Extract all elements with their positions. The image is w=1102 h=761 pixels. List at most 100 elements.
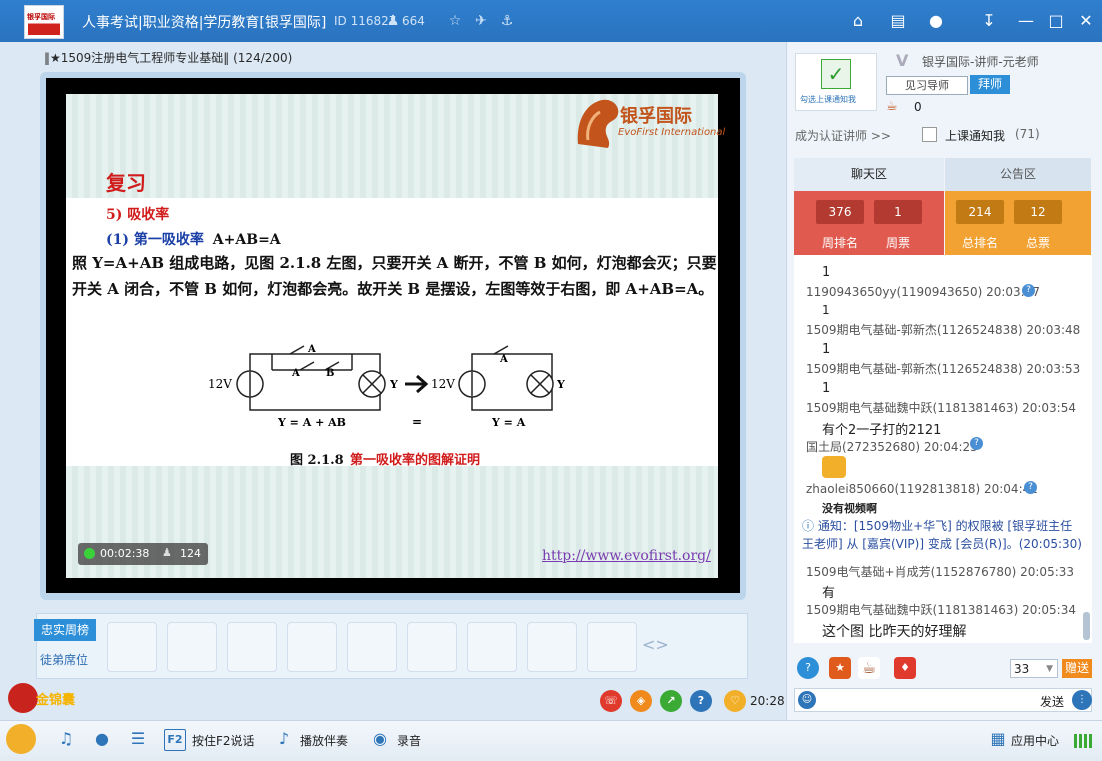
seat-slot[interactable]: [287, 622, 337, 672]
chat-meta: 国土局(272352680) 20:04:25: [806, 440, 978, 454]
app-center-label[interactable]: 应用中心: [1011, 732, 1059, 749]
coffee-icon[interactable]: ☕: [858, 657, 880, 679]
follow-teacher-button[interactable]: 拜师: [970, 75, 1010, 94]
ticket-icon[interactable]: ♦: [894, 657, 916, 679]
cup-count: 0: [914, 100, 922, 114]
help-icon[interactable]: ?: [690, 690, 712, 712]
gold-badge-icon: [8, 683, 38, 713]
seat-slot[interactable]: [587, 622, 637, 672]
badge-caption: 勾选上课通知我: [800, 95, 856, 104]
minimize-icon[interactable]: —: [1014, 10, 1038, 32]
logo-text: 银孚国际: [27, 13, 55, 21]
class-notify-label[interactable]: 上课通知我: [945, 127, 1005, 144]
system-notice: ⓘ 通知：[1509物业+华飞] 的权限被 [银孚班主任王老师] 从 [嘉宾(V…: [802, 517, 1082, 553]
phone-icon[interactable]: ☏: [600, 690, 622, 712]
question-icon[interactable]: ?: [970, 437, 983, 450]
chat-meta: 1509期电气基础-郭新杰(1126524838) 20:03:48: [806, 323, 1081, 337]
gift-count-select[interactable]: 33 ▼: [1010, 659, 1058, 678]
plane-icon[interactable]: ✈: [472, 12, 490, 30]
record-label[interactable]: 录音: [397, 732, 421, 749]
question-icon[interactable]: ?: [1024, 481, 1037, 494]
people-count: 664: [402, 14, 425, 28]
chat-message: 1: [822, 265, 831, 280]
switch-a3-label: A: [499, 354, 508, 365]
gamepad-icon[interactable]: ●: [924, 10, 948, 32]
share-icon[interactable]: ⚓: [498, 12, 516, 30]
microphone-icon[interactable]: ●: [92, 729, 112, 749]
download-icon[interactable]: ↧: [977, 10, 1001, 32]
maximize-icon[interactable]: □: [1044, 10, 1068, 32]
tab-apprentice-seats[interactable]: 徒弟席位: [40, 651, 88, 668]
teacher-badge[interactable]: ✓ 勾选上课通知我: [795, 53, 877, 111]
seat-slot[interactable]: [347, 622, 397, 672]
total-votes-value: 12: [1014, 200, 1062, 224]
section-label: (1) 第一吸收率: [106, 232, 204, 248]
record-icon[interactable]: ◉: [370, 729, 390, 749]
verified-icon: V: [896, 51, 909, 70]
seat-slot[interactable]: [407, 622, 457, 672]
equalizer-icon[interactable]: ☰: [128, 729, 148, 749]
chat-scrollbar[interactable]: [1083, 612, 1090, 640]
seat-slot[interactable]: [227, 622, 277, 672]
viewer-icon: ♟: [162, 546, 172, 559]
gift-count-value: 33: [1014, 662, 1030, 676]
seat-slot[interactable]: [527, 622, 577, 672]
circuit-diagram: 12V 12V Y Y A A B A Y = A + AB = Y = A: [208, 344, 565, 429]
emoji-icon: [822, 456, 846, 478]
tab-notice[interactable]: 公告区: [945, 158, 1091, 191]
speaker-icon[interactable]: ♫: [56, 729, 76, 749]
tab-loyal-weekly[interactable]: 忠实周榜: [34, 619, 96, 641]
gift-send-button[interactable]: 赠送: [1062, 659, 1092, 678]
section-formula: A+AB=A: [212, 232, 281, 248]
play-accompaniment-label[interactable]: 播放伴奏: [300, 732, 348, 749]
switch-b-label: B: [326, 368, 334, 379]
window-title: 人事考试|职业资格|学历教育[银孚国际]: [82, 15, 327, 31]
close-icon[interactable]: ✕: [1074, 10, 1098, 32]
chat-meta: 1190943650yy(1190943650) 20:03:47: [806, 285, 1040, 299]
class-notify-count: (71): [1015, 127, 1040, 141]
slide-section: (1) 第一吸收率 A+AB=A: [106, 229, 281, 249]
star-icon[interactable]: ☆: [446, 12, 464, 30]
like-icon[interactable]: ★: [829, 657, 851, 679]
user-avatar[interactable]: [6, 724, 36, 754]
seat-slot[interactable]: [167, 622, 217, 672]
brand-english: EvoFirst International: [618, 127, 726, 138]
seat-nav-arrows[interactable]: <>: [642, 635, 669, 654]
home-icon[interactable]: ⌂: [846, 10, 870, 32]
weekly-votes-value: 1: [874, 200, 922, 224]
seat-slot[interactable]: [107, 622, 157, 672]
person-icon: ♟: [386, 13, 400, 29]
chat-message: 有: [822, 586, 836, 601]
slide-url[interactable]: http://www.evofirst.org/: [542, 548, 711, 564]
tab-chat[interactable]: 聊天区: [794, 158, 944, 191]
right-equation: Y = A: [491, 416, 526, 429]
ask-icon[interactable]: ?: [797, 657, 819, 679]
chat-meta: zhaolei850660(1192813818) 20:04:42: [806, 482, 1038, 496]
class-notify-checkbox[interactable]: [922, 127, 937, 142]
sign-in-icon[interactable]: ◈: [630, 690, 652, 712]
f2-key-icon[interactable]: F2: [164, 729, 186, 751]
slide-heading: 复习: [106, 171, 146, 195]
total-votes-label: 总票: [1025, 236, 1050, 250]
question-icon[interactable]: ?: [1022, 284, 1035, 297]
chat-meta: 1509期电气基础魏中跃(1181381463) 20:03:54: [806, 401, 1076, 415]
music-note-icon[interactable]: ♪: [274, 729, 294, 749]
document-icon[interactable]: ▤: [886, 10, 910, 32]
bell-icon[interactable]: ♡: [724, 690, 746, 712]
app-grid-icon[interactable]: ▦: [988, 729, 1008, 749]
send-options-icon[interactable]: ⋮: [1072, 690, 1092, 710]
trend-icon[interactable]: ↗: [660, 690, 682, 712]
f2-talk-label[interactable]: 按住F2说话: [192, 732, 255, 749]
become-certified-link[interactable]: 成为认证讲师 >>: [795, 127, 891, 144]
lion-logo-icon: [577, 99, 619, 148]
seat-slot[interactable]: [467, 622, 517, 672]
emoji-picker-icon[interactable]: ☺: [798, 691, 816, 709]
slide-subheading: 5) 吸收率: [106, 207, 170, 223]
chat-meta: 1509期电气基础-郭新杰(1126524838) 20:03:53: [806, 362, 1081, 376]
gold-badge[interactable]: 金锦囊: [8, 683, 80, 717]
elapsed-time: 00:02:38: [100, 547, 150, 560]
send-button[interactable]: 发送: [1040, 693, 1064, 710]
left-equation: Y = A + AB: [277, 416, 346, 429]
figure-title: 第一吸收率的图解证明: [350, 453, 481, 468]
left-lamp-label: Y: [389, 378, 398, 391]
